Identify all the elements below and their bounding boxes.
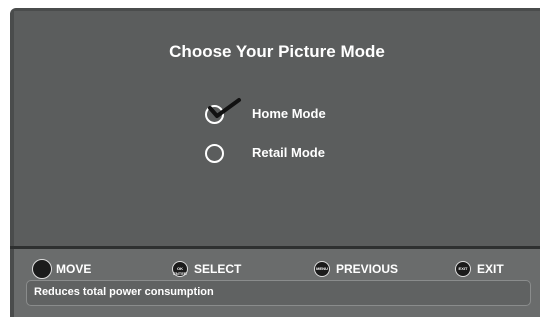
description-box: Reduces total power consumption: [26, 280, 531, 306]
menu-button-icon: MENU: [314, 261, 330, 277]
option-retail-mode[interactable]: Retail Mode: [205, 141, 365, 165]
nav-select-label: SELECT: [194, 262, 242, 276]
dpad-icon: [32, 259, 52, 279]
option-home-mode[interactable]: Home Mode: [205, 98, 365, 126]
page-title: Choose Your Picture Mode: [169, 42, 385, 61]
exit-button-icon: EXIT: [455, 261, 471, 277]
tv-menu-frame: Choose Your Picture Mode Home Mode Retai…: [10, 8, 540, 317]
nav-exit-label: EXIT: [477, 262, 504, 276]
picture-mode-panel: Choose Your Picture Mode Home Mode Retai…: [14, 11, 540, 246]
ok-enter-icon-text: OK ENTER: [173, 266, 187, 276]
ok-enter-icon: OK ENTER: [172, 261, 188, 277]
nav-move-label: MOVE: [56, 262, 92, 276]
option-label-home: Home Mode: [252, 106, 326, 121]
bottom-help-bar: MOVE OK ENTER SELECT MENU PREVIOUS EXIT …: [14, 249, 540, 317]
description-text: Reduces total power consumption: [34, 286, 214, 298]
menu-button-icon-text: MENU: [316, 266, 328, 271]
option-label-retail: Retail Mode: [252, 145, 325, 160]
checkmark-icon: [208, 98, 241, 118]
radio-unselected-icon: [205, 144, 224, 163]
nav-previous-label: PREVIOUS: [336, 262, 399, 276]
exit-button-icon-text: EXIT: [458, 266, 468, 271]
